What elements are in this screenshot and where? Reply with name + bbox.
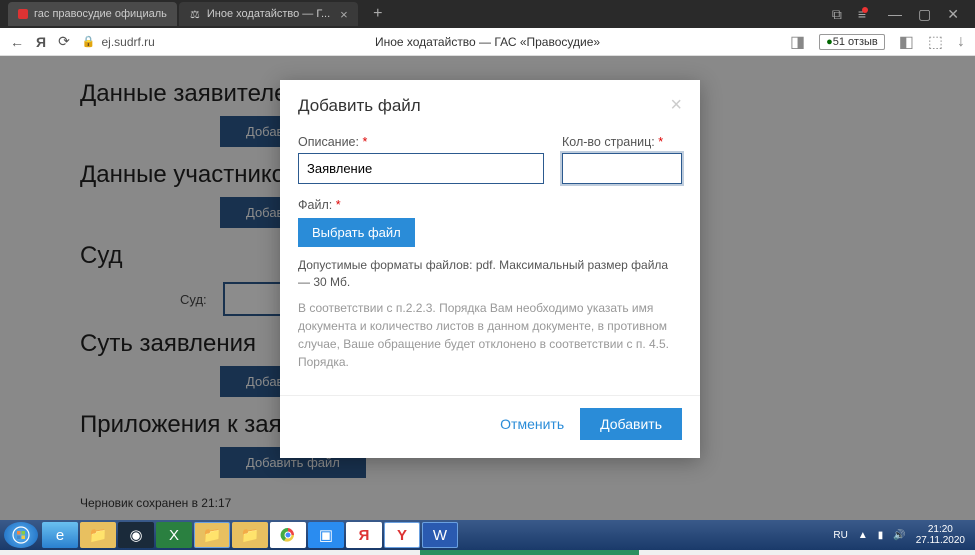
minimize-icon[interactable]: — — [888, 6, 902, 22]
tab-label: гас правосудие официаль — [34, 8, 167, 20]
yandex-taskbar-icon[interactable]: Я — [346, 522, 382, 548]
tab-favicon: ⚖ — [189, 8, 201, 20]
description-label: Описание: * — [298, 135, 544, 149]
start-button[interactable] — [4, 522, 38, 548]
choose-file-button[interactable]: Выбрать файл — [298, 218, 415, 247]
modal-close-icon[interactable]: × — [670, 94, 682, 117]
active-folder-icon[interactable]: 📁 — [194, 522, 230, 548]
maximize-icon[interactable]: ▢ — [918, 6, 931, 23]
page-title: Иное ходатайство — ГАС «Правосудие» — [375, 35, 600, 49]
steam-icon[interactable]: ◉ — [118, 522, 154, 548]
browser-tab[interactable]: гас правосудие официаль — [8, 2, 177, 26]
taskbar: e 📁 ◉ X 📁 📁 ▣ Я Y W RU ▲ ▮ 🔊 21:20 27.11… — [0, 520, 975, 550]
url-bar[interactable]: 🔒 ej.sudrf.ru Иное ходатайство — ГАС «Пр… — [82, 35, 778, 49]
reviews-badge[interactable]: ●51 отзыв — [819, 34, 885, 50]
menu-icon[interactable]: ≡ — [858, 6, 872, 22]
tray-flag-icon[interactable]: ▲ — [858, 530, 868, 541]
yandex-icon[interactable]: Я — [36, 34, 46, 50]
zoom-icon[interactable]: ▣ — [308, 522, 344, 548]
browser-chrome: гас правосудие официаль ⚖ Иное ходатайст… — [0, 0, 975, 56]
close-icon[interactable]: ✕ — [947, 6, 959, 23]
extensions-icon[interactable]: ⬚ — [928, 32, 943, 52]
pages-input[interactable] — [562, 153, 682, 184]
add-file-modal: Добавить файл × Описание: * Кол-во стран… — [280, 80, 700, 458]
tab-row: гас правосудие официаль ⚖ Иное ходатайст… — [0, 0, 975, 28]
bookmark-icon[interactable]: ◧ — [899, 32, 914, 52]
translate-icon[interactable]: ◨ — [790, 32, 805, 52]
new-tab-button[interactable]: + — [368, 5, 388, 23]
modal-title: Добавить файл — [298, 96, 421, 116]
nav-row: ← Я ⟳ 🔒 ej.sudrf.ru Иное ходатайство — Г… — [0, 28, 975, 56]
system-tray: RU ▲ ▮ 🔊 21:20 27.11.2020 — [833, 524, 971, 546]
browser-tab-active[interactable]: ⚖ Иное ходатайство — Г... × — [179, 2, 358, 26]
copy-icon[interactable]: ⧉ — [832, 6, 842, 23]
excel-icon[interactable]: X — [156, 522, 192, 548]
tab-close-icon[interactable]: × — [340, 7, 348, 22]
file-label: Файл: * — [298, 198, 682, 212]
explorer-icon[interactable]: 📁 — [80, 522, 116, 548]
back-icon[interactable]: ← — [10, 34, 24, 50]
clock[interactable]: 21:20 27.11.2020 — [916, 524, 965, 546]
url-text: ej.sudrf.ru — [102, 35, 155, 49]
task-icons: e 📁 ◉ X 📁 📁 ▣ Я Y W — [42, 522, 458, 548]
tab-favicon — [18, 9, 28, 19]
chrome-icon[interactable] — [270, 522, 306, 548]
description-input[interactable] — [298, 153, 544, 184]
order-hint: В соответствии с п.2.2.3. Порядка Вам не… — [298, 299, 682, 371]
lang-indicator[interactable]: RU — [833, 530, 847, 541]
tray-sound-icon[interactable]: 🔊 — [893, 530, 905, 541]
cancel-button[interactable]: Отменить — [500, 416, 564, 432]
window-controls: ⧉ ≡ — ▢ ✕ — [832, 6, 967, 23]
add-button[interactable]: Добавить — [580, 408, 682, 440]
lock-icon: 🔒 — [82, 35, 96, 48]
tab-label: Иное ходатайство — Г... — [207, 8, 330, 20]
ie-icon[interactable]: e — [42, 522, 78, 548]
download-icon[interactable]: ↓ — [957, 33, 965, 51]
pages-label: Кол-во страниц: * — [562, 135, 682, 149]
yandex-browser-icon[interactable]: Y — [384, 522, 420, 548]
folder2-icon[interactable]: 📁 — [232, 522, 268, 548]
reload-icon[interactable]: ⟳ — [58, 33, 70, 50]
tray-network-icon[interactable]: ▮ — [878, 530, 884, 541]
word-icon[interactable]: W — [422, 522, 458, 548]
formats-hint: Допустимые форматы файлов: pdf. Максимал… — [298, 257, 682, 291]
